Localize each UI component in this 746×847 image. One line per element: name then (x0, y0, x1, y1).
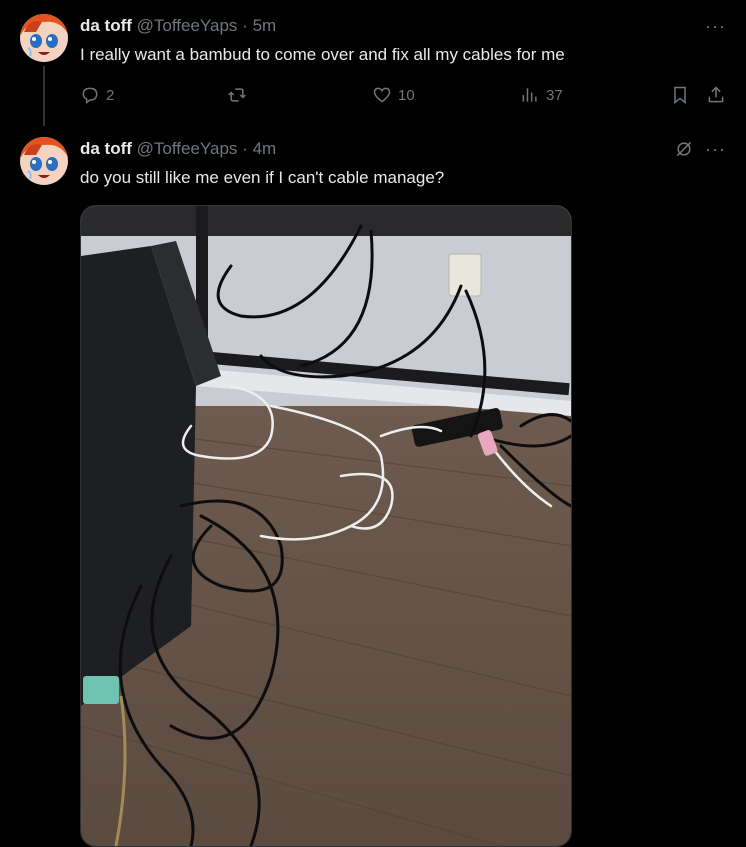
avatar-image (20, 137, 68, 185)
user-handle[interactable]: @ToffeeYaps (137, 139, 238, 158)
tweet-text: I really want a bambud to come over and … (80, 45, 565, 64)
more-options-icon[interactable]: ··· (705, 139, 726, 160)
bookmark-button[interactable] (670, 85, 690, 105)
bookmark-icon (674, 86, 686, 105)
tweet-photo[interactable] (80, 205, 572, 847)
reply-icon (82, 87, 98, 104)
tweet-1[interactable]: da toff @ToffeeYaps · 5m ··· I really wa… (0, 0, 746, 126)
retweet-button[interactable] (227, 85, 247, 105)
retweet-icon (228, 88, 246, 102)
display-name[interactable]: da toff (80, 16, 132, 35)
tweet-header: da toff @ToffeeYaps · 4m (80, 139, 276, 159)
avatar[interactable] (20, 14, 68, 62)
like-count: 10 (398, 86, 415, 104)
grok-button[interactable] (674, 139, 694, 159)
like-button[interactable]: 10 (372, 85, 415, 105)
avatar-image (20, 14, 68, 62)
reply-button[interactable]: 2 (80, 85, 114, 105)
view-count: 37 (546, 86, 563, 104)
tweet-text: do you still like me even if I can't cab… (80, 168, 445, 187)
display-name[interactable]: da toff (80, 139, 132, 158)
views-button[interactable]: 37 (520, 85, 563, 105)
reply-count: 2 (106, 86, 115, 104)
avatar[interactable] (20, 137, 68, 185)
tweet-actions: 2 10 37 (80, 85, 726, 109)
share-icon (708, 86, 724, 103)
timestamp[interactable]: 4m (253, 139, 277, 158)
more-options-icon[interactable]: ··· (705, 16, 726, 37)
separator-dot: · (242, 139, 248, 158)
separator-dot: · (242, 16, 248, 35)
timestamp[interactable]: 5m (253, 16, 277, 35)
cable-photo-image (81, 206, 571, 846)
user-handle[interactable]: @ToffeeYaps (137, 16, 238, 35)
views-icon (522, 88, 537, 102)
share-button[interactable] (706, 85, 726, 105)
thread-line (43, 66, 45, 126)
heart-icon (373, 87, 391, 103)
tweet-header: da toff @ToffeeYaps · 5m (80, 16, 276, 36)
grok-icon (676, 141, 692, 157)
